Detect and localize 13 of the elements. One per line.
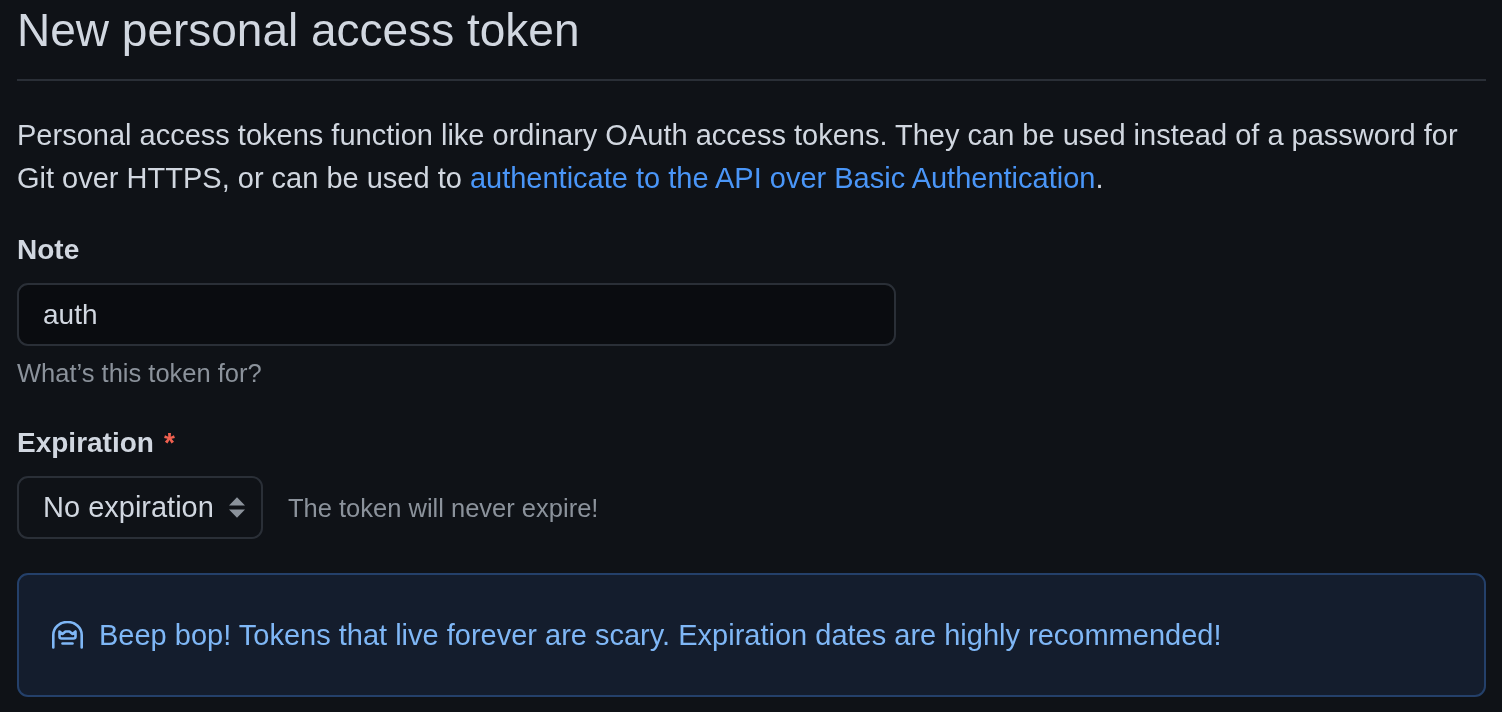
api-auth-link[interactable]: authenticate to the API over Basic Authentication xyxy=(469,162,1096,194)
required-asterisk: * xyxy=(163,426,175,460)
expiration-label: Expiration xyxy=(17,426,154,460)
expiration-select[interactable]: No expiration xyxy=(17,476,263,539)
note-label: Note xyxy=(17,233,80,267)
note-hint: What’s this token for? xyxy=(17,358,262,389)
note-input[interactable]: auth xyxy=(17,283,896,346)
intro-paragraph: Personal access tokens function like ordinary OAuth access tokens. They can be used instead of a password for Git over HTTPS, or can be used to authenticate to the API over Basic Authentication. xyxy=(17,118,1459,196)
flash-message: Beep bop! Tokens that live forever are scary. Expiration dates are highly recommended! xyxy=(99,618,1222,653)
robot-icon xyxy=(51,621,84,649)
up-down-caret-icon xyxy=(229,497,245,518)
page-title: New personal access token xyxy=(17,3,580,58)
expiration-note: The token will never expire! xyxy=(288,492,599,524)
